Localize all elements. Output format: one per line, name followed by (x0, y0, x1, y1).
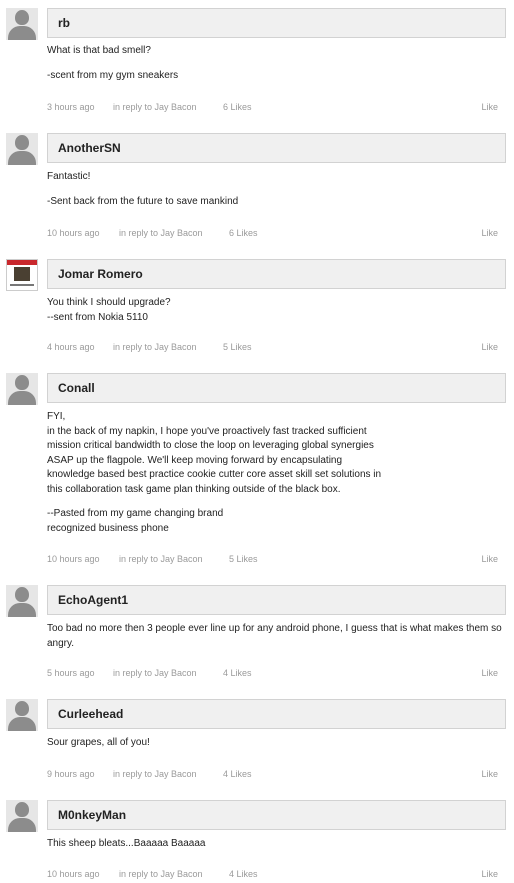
timestamp: 10 hours ago (47, 869, 100, 879)
like-button[interactable]: Like (481, 102, 498, 112)
comment-body: Fantastic! -Sent back from the future to … (47, 170, 507, 219)
comment-meta: 4 hours ago in reply to Jay Bacon 5 Like… (47, 342, 498, 356)
comment-body: What is that bad smell? -scent from my gy… (47, 44, 507, 93)
reply-link[interactable]: in reply to Jay Bacon (119, 228, 203, 238)
comment-paragraph: --Pasted from my game changing brand rec… (47, 508, 224, 534)
like-button[interactable]: Like (481, 668, 498, 678)
user-photo-avatar[interactable] (6, 259, 38, 291)
default-avatar-icon[interactable] (6, 699, 38, 731)
author-name[interactable]: rb (58, 16, 70, 30)
default-avatar-icon[interactable] (6, 373, 38, 405)
comment-paragraph: You think I should upgrade? --sent from … (47, 297, 171, 323)
like-button[interactable]: Like (481, 869, 498, 879)
comment-paragraph: This sheep bleats...Baaaaa Baaaaa (47, 838, 206, 849)
comment-body: This sheep bleats...Baaaaa Baaaaa (47, 837, 507, 862)
like-button[interactable]: Like (481, 228, 498, 238)
author-name[interactable]: Jomar Romero (58, 267, 143, 281)
comment-header: rb (47, 8, 506, 38)
default-avatar-icon[interactable] (6, 585, 38, 617)
timestamp: 9 hours ago (47, 769, 95, 779)
default-avatar-icon[interactable] (6, 8, 38, 40)
comment-paragraph: -Sent back from the future to save manki… (47, 195, 239, 207)
author-name[interactable]: EchoAgent1 (58, 593, 128, 607)
comment-header: EchoAgent1 (47, 585, 506, 615)
comment-header: AnotherSN (47, 133, 506, 163)
comment-paragraph: FYI, in the back of my napkin, I hope yo… (47, 411, 382, 495)
reply-link[interactable]: in reply to Jay Bacon (113, 769, 197, 779)
likes-count[interactable]: 4 Likes (223, 668, 252, 678)
author-name[interactable]: Curleehead (58, 707, 123, 721)
likes-count[interactable]: 5 Likes (223, 342, 252, 352)
comment-list: rb What is that bad smell? -scent from my… (0, 0, 514, 883)
comment-meta: 9 hours ago in reply to Jay Bacon 4 Like… (47, 769, 498, 783)
like-button[interactable]: Like (481, 769, 498, 779)
default-avatar-icon[interactable] (6, 800, 38, 832)
comment-header: Conall (47, 373, 506, 403)
likes-count[interactable]: 5 Likes (229, 554, 258, 564)
comment-meta: 3 hours ago in reply to Jay Bacon 6 Like… (47, 102, 498, 116)
comment-body: FYI, in the back of my napkin, I hope yo… (47, 410, 507, 546)
comment-header: Curleehead (47, 699, 506, 729)
author-name[interactable]: AnotherSN (58, 141, 121, 155)
comment-header: M0nkeyMan (47, 800, 506, 830)
comment-paragraph: Fantastic! (47, 171, 91, 182)
reply-link[interactable]: in reply to Jay Bacon (113, 102, 197, 112)
comment-paragraph: Too bad no more then 3 people ever line … (47, 623, 502, 649)
comment-body: Sour grapes, all of you! (47, 736, 507, 761)
comment-body: You think I should upgrade? --sent from … (47, 296, 507, 335)
likes-count[interactable]: 6 Likes (229, 228, 258, 238)
like-button[interactable]: Like (481, 554, 498, 564)
comment-paragraph: Sour grapes, all of you! (47, 737, 150, 748)
reply-link[interactable]: in reply to Jay Bacon (113, 342, 197, 352)
timestamp: 10 hours ago (47, 554, 100, 564)
timestamp: 4 hours ago (47, 342, 95, 352)
timestamp: 3 hours ago (47, 102, 95, 112)
comment-meta: 10 hours ago in reply to Jay Bacon 6 Lik… (47, 228, 498, 242)
comment-paragraph: -scent from my gym sneakers (47, 69, 179, 81)
comment-meta: 10 hours ago in reply to Jay Bacon 5 Lik… (47, 554, 498, 568)
default-avatar-icon[interactable] (6, 133, 38, 165)
author-name[interactable]: M0nkeyMan (58, 808, 126, 822)
comment-header: Jomar Romero (47, 259, 506, 289)
likes-count[interactable]: 4 Likes (229, 869, 258, 879)
author-name[interactable]: Conall (58, 381, 95, 395)
comment-body: Too bad no more then 3 people ever line … (47, 622, 507, 661)
reply-link[interactable]: in reply to Jay Bacon (119, 554, 203, 564)
likes-count[interactable]: 6 Likes (223, 102, 252, 112)
likes-count[interactable]: 4 Likes (223, 769, 252, 779)
comment-paragraph: What is that bad smell? (47, 45, 151, 56)
like-button[interactable]: Like (481, 342, 498, 352)
reply-link[interactable]: in reply to Jay Bacon (119, 869, 203, 879)
comment-meta: 10 hours ago in reply to Jay Bacon 4 Lik… (47, 869, 498, 883)
reply-link[interactable]: in reply to Jay Bacon (113, 668, 197, 678)
timestamp: 10 hours ago (47, 228, 100, 238)
comment-meta: 5 hours ago in reply to Jay Bacon 4 Like… (47, 668, 498, 682)
timestamp: 5 hours ago (47, 668, 95, 678)
